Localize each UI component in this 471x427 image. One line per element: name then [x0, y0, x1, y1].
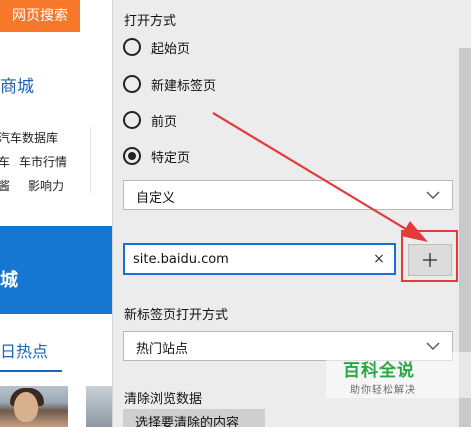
bg-news-photo-2[interactable] — [86, 386, 112, 427]
bg-link-car-database[interactable]: 汽车数据库 — [0, 129, 58, 146]
radio-label: 起始页 — [151, 41, 191, 57]
bg-divider — [90, 127, 91, 193]
plus-icon — [423, 253, 437, 267]
web-search-button[interactable]: 网页搜索 — [0, 0, 80, 32]
bg-link-sauce[interactable]: 酱 — [0, 177, 10, 194]
newtab-open-title: 新标签页打开方式 — [124, 308, 229, 323]
url-field[interactable]: × — [123, 243, 396, 275]
choose-clear-button[interactable]: 选择要清除的内容 — [123, 409, 265, 427]
dropdown-value: 热门站点 — [136, 342, 189, 357]
bg-photo-person-face — [14, 392, 38, 422]
open-with-title: 打开方式 — [124, 14, 177, 29]
radio-circle-selected[interactable] — [123, 147, 141, 165]
dropdown-value: 自定义 — [136, 191, 176, 206]
radio-new-tab[interactable]: 新建标签页 — [123, 73, 216, 95]
add-page-button[interactable] — [408, 244, 452, 276]
bg-banner-text: 城 — [0, 270, 18, 291]
page-type-dropdown[interactable]: 自定义 — [123, 180, 453, 210]
clear-data-title: 清除浏览数据 — [124, 392, 203, 407]
radio-selected-dot — [128, 152, 136, 160]
radio-previous-page[interactable]: 前页 — [123, 109, 177, 131]
bg-hot-topics-tab[interactable]: 日热点 — [0, 338, 48, 362]
watermark-subtitle: 助你轻松解决 — [350, 385, 416, 396]
url-input[interactable] — [133, 245, 363, 273]
clear-icon[interactable]: × — [372, 251, 386, 267]
radio-label: 特定页 — [151, 150, 191, 166]
radio-start-page[interactable]: 起始页 — [123, 36, 190, 58]
bg-link-influence[interactable]: 影响力 — [28, 177, 64, 194]
radio-circle[interactable] — [123, 111, 141, 129]
chevron-down-icon — [426, 191, 440, 199]
background-webpage: 网页搜索 商城 汽车数据库 车 车市行情 酱 影响力 城 日热点 — [0, 0, 112, 427]
radio-circle[interactable] — [123, 38, 141, 56]
watermark-title: 百科全说 — [343, 361, 415, 381]
radio-label: 新建标签页 — [151, 78, 217, 94]
chevron-down-icon — [426, 342, 440, 350]
bg-link-market[interactable]: 车市行情 — [19, 153, 67, 170]
bg-link-car[interactable]: 车 — [0, 153, 10, 170]
mall-heading[interactable]: 商城 — [0, 72, 34, 97]
radio-circle[interactable] — [123, 75, 141, 93]
choose-clear-label: 选择要清除的内容 — [135, 416, 240, 427]
bg-tab-underline — [0, 370, 62, 372]
radio-label: 前页 — [151, 114, 178, 130]
radio-specific-page[interactable]: 特定页 — [123, 145, 190, 167]
